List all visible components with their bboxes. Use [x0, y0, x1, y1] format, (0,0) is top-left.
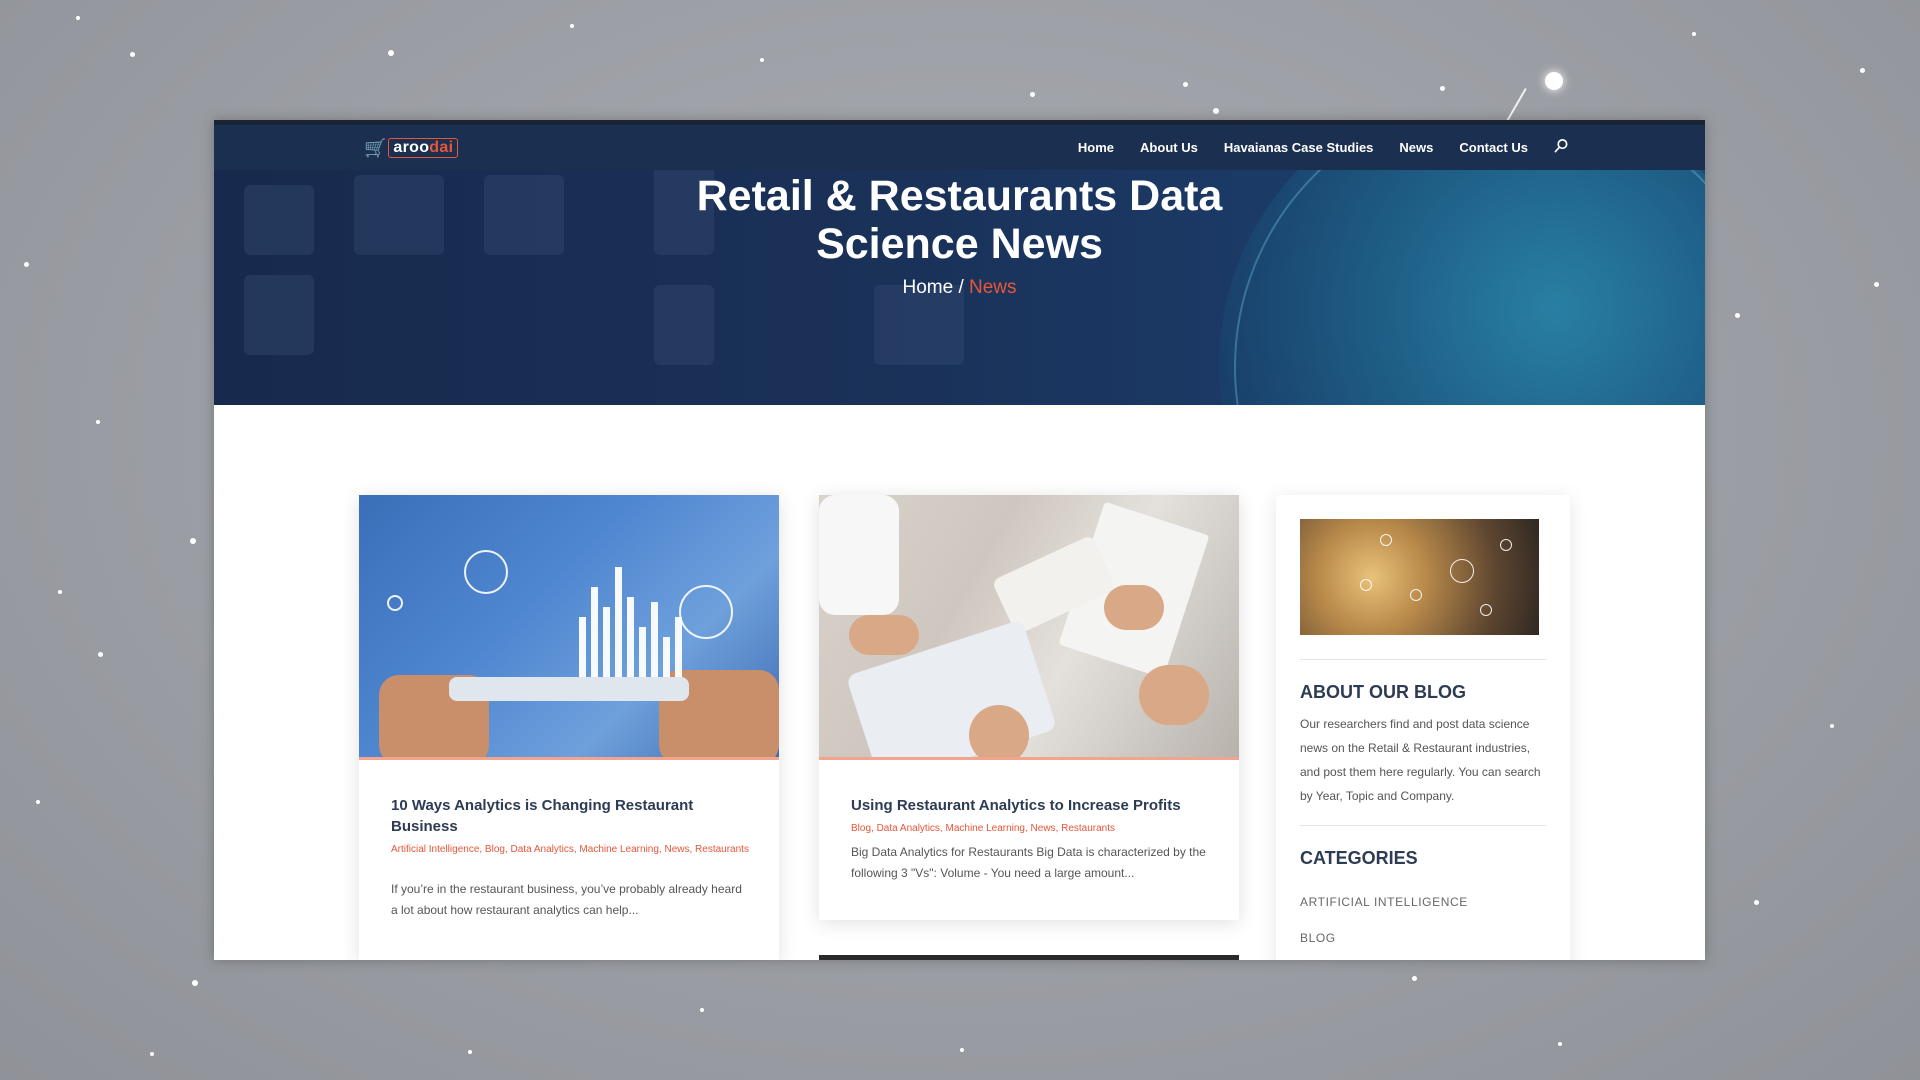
post-title[interactable]: 10 Ways Analytics is Changing Restaurant…: [391, 795, 749, 837]
breadcrumb-current: News: [969, 277, 1017, 298]
nav-contact-us[interactable]: Contact Us: [1459, 140, 1528, 155]
website-frame: 🛒 aroodai Home About Us Havaianas Case S…: [214, 120, 1705, 960]
post-card[interactable]: 10 Ways Analytics is Changing Restaurant…: [359, 495, 779, 960]
page-title: Retail & Restaurants Data Science News: [696, 172, 1223, 268]
sidebar-restaurant-image: [1300, 519, 1539, 635]
blog-sidebar: ABOUT OUR BLOG Our researchers find and …: [1276, 495, 1570, 960]
post-excerpt: If you’re in the restaurant business, yo…: [391, 882, 742, 917]
main-navbar: 🛒 aroodai Home About Us Havaianas Case S…: [214, 125, 1705, 170]
about-blog-heading: ABOUT OUR BLOG: [1300, 682, 1466, 702]
category-link[interactable]: BLOG: [1300, 931, 1336, 945]
post-title[interactable]: Using Restaurant Analytics to Increase P…: [851, 795, 1209, 816]
post-categories[interactable]: Artificial Intelligence, Blog, Data Anal…: [391, 841, 749, 859]
cart-icon: 🛒: [364, 137, 387, 158]
site-logo[interactable]: 🛒 aroodai: [364, 137, 459, 159]
nav-about-us[interactable]: About Us: [1140, 140, 1198, 155]
breadcrumb-separator: /: [958, 277, 964, 298]
comet-icon: [1545, 72, 1563, 90]
nav-news[interactable]: News: [1399, 140, 1433, 155]
breadcrumb-home[interactable]: Home: [902, 277, 953, 298]
nav-havaianas-case-studies[interactable]: Havaianas Case Studies: [1224, 140, 1374, 155]
post-categories[interactable]: Blog, Data Analytics, Machine Learning, …: [851, 820, 1209, 838]
categories-heading: CATEGORIES: [1300, 848, 1418, 868]
breadcrumb: Home / News: [214, 277, 1705, 299]
nav-menu: Home About Us Havaianas Case Studies New…: [1078, 125, 1569, 170]
post-card[interactable]: Using Restaurant Analytics to Increase P…: [819, 495, 1239, 920]
about-blog-text: Our researchers find and post data scien…: [1300, 717, 1541, 803]
post-image-meeting[interactable]: [819, 495, 1239, 757]
post-excerpt: Big Data Analytics for Restaurants Big D…: [851, 845, 1206, 880]
search-icon[interactable]: [1554, 138, 1569, 157]
comet-trail: [1505, 88, 1527, 124]
category-link[interactable]: ARTIFICIAL INTELLIGENCE: [1300, 895, 1468, 909]
nav-home[interactable]: Home: [1078, 140, 1114, 155]
post-image-analytics[interactable]: [359, 495, 779, 757]
